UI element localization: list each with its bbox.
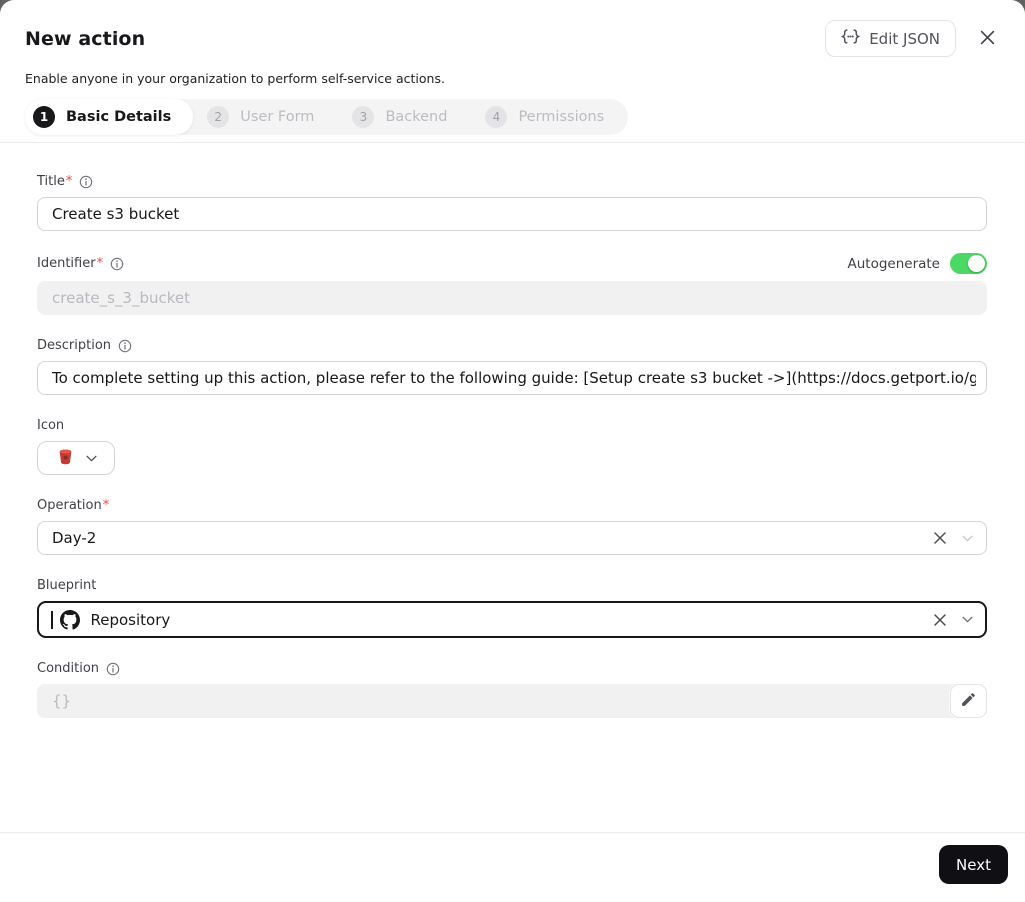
description-field: Description [37,337,987,395]
stepper-step-permissions[interactable]: 4 Permissions [471,99,628,135]
x-clear-icon[interactable] [933,613,947,627]
close-icon [980,30,995,48]
edit-json-label: Edit JSON [869,29,940,48]
condition-input [37,684,987,718]
stepper-step-backend[interactable]: 3 Backend [338,99,471,135]
modal-footer: Next [0,832,1025,902]
toggle-knob [968,255,985,272]
icon-label: Icon [37,418,65,433]
modal-header: New action Edit JSON Enable anyone in yo… [0,0,1025,135]
curly-braces-icon [840,29,861,48]
chevron-down-icon [85,455,97,462]
icon-picker[interactable] [37,441,115,475]
close-button[interactable] [973,25,1001,53]
blueprint-label: Blueprint [37,578,97,593]
edit-json-button[interactable]: Edit JSON [825,20,956,57]
chevron-down-icon[interactable] [962,535,973,542]
blueprint-field: Blueprint Repository [37,577,987,638]
stepper: 1 Basic Details 2 User Form 3 Backend 4 … [25,99,629,135]
autogenerate-toggle[interactable] [950,253,987,274]
x-clear-icon[interactable] [933,531,947,545]
description-label: Description [37,338,112,353]
step-number: 1 [33,106,55,128]
step-number: 3 [352,106,375,128]
operation-select[interactable]: Day-2 [37,521,987,555]
step-label: User Form [240,109,315,125]
required-asterisk: * [96,256,104,271]
form-body: Title* Identifier* Autogener [0,143,1025,832]
condition-field: Condition [37,660,987,718]
title-label: Title* [37,174,73,189]
identifier-label: Identifier* [37,256,104,271]
page-title: New action [25,27,146,50]
new-action-modal: New action Edit JSON Enable anyone in yo… [0,0,1025,902]
stepper-step-basic-details[interactable]: 1 Basic Details [25,99,194,135]
info-icon[interactable] [79,175,93,189]
pencil-icon [960,691,977,711]
required-asterisk: * [65,174,73,189]
title-field: Title* [37,173,987,231]
step-label: Basic Details [66,109,172,125]
text-cursor [51,610,53,629]
next-button[interactable]: Next [939,845,1008,884]
info-icon[interactable] [110,257,124,271]
operation-value: Day-2 [52,529,97,547]
step-number: 4 [485,106,508,128]
title-input[interactable] [37,197,987,231]
step-label: Permissions [518,109,605,125]
modal-subtitle: Enable anyone in your organization to pe… [25,71,445,86]
identifier-field: Identifier* Autogenerate [37,253,987,315]
github-icon [59,609,80,630]
autogenerate-label: Autogenerate [847,255,940,272]
step-label: Backend [385,109,448,125]
step-number: 2 [207,106,230,128]
operation-label: Operation* [37,498,110,513]
stepper-step-user-form[interactable]: 2 User Form [193,99,338,135]
operation-field: Operation* Day-2 [37,497,987,555]
info-icon[interactable] [106,662,120,676]
info-icon[interactable] [118,339,132,353]
required-asterisk: * [102,498,110,513]
blueprint-value: Repository [90,610,171,629]
chevron-down-icon[interactable] [962,616,973,623]
icon-field: Icon [37,417,987,475]
condition-label: Condition [37,661,100,676]
description-input[interactable] [37,361,987,395]
identifier-input [37,281,987,315]
edit-condition-button[interactable] [950,684,987,718]
aws-s3-red-icon [56,447,75,469]
blueprint-select[interactable]: Repository [37,601,987,638]
autogenerate-control: Autogenerate [847,253,987,274]
